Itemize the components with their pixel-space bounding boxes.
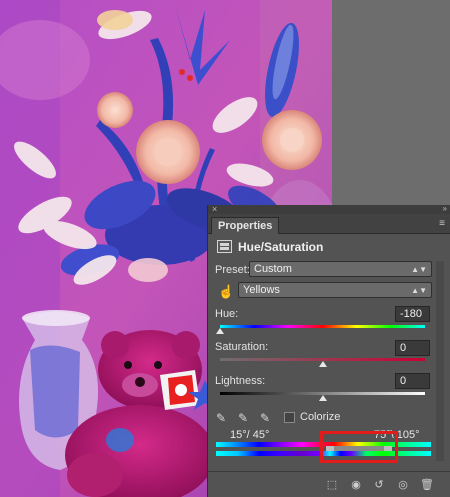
hue-input[interactable]: -180 — [395, 306, 430, 322]
colorize-checkbox[interactable] — [284, 412, 295, 423]
reset-icon[interactable]: ↺ — [371, 477, 387, 493]
hue-slider-thumb[interactable] — [216, 328, 224, 334]
adjustment-title: Hue/Saturation — [238, 240, 324, 254]
panel-menu-icon[interactable]: ≡ — [439, 219, 445, 229]
preset-value: Custom — [254, 263, 292, 275]
eyedropper-minus-icon[interactable]: ✎ — [260, 411, 273, 425]
channel-value: Yellows — [243, 284, 280, 296]
clip-to-layer-icon[interactable]: ⬚ — [324, 477, 340, 493]
trash-icon[interactable]: 🗑 — [419, 477, 435, 493]
eye-icon[interactable]: ◎ — [395, 477, 411, 493]
panel-scrollbar[interactable] — [436, 261, 444, 461]
panel-footer: ⬚ ◉ ↺ ◎ 🗑 — [208, 471, 450, 497]
panel-tab-row: Properties ≡ — [208, 214, 450, 234]
colorize-label: Colorize — [300, 411, 341, 423]
hue-slider-track[interactable] — [220, 325, 425, 328]
eyedropper-plus-icon[interactable]: ✎ — [238, 411, 251, 425]
preset-dropdown[interactable]: Custom ▲▼ — [249, 261, 432, 277]
highlight-box — [320, 431, 398, 463]
panel-title-bar[interactable]: × » — [208, 204, 450, 214]
eyedropper-icon[interactable]: ✎ — [216, 411, 229, 425]
lightness-slider-thumb[interactable] — [318, 395, 327, 401]
lightness-input[interactable]: 0 — [395, 373, 430, 389]
close-icon[interactable]: × — [212, 204, 217, 214]
properties-panel: × » Properties ≡ Hue/Saturation Preset: … — [207, 204, 450, 497]
saturation-slider-thumb[interactable] — [318, 361, 327, 367]
dropdown-arrow-icon: ▲▼ — [411, 265, 427, 274]
lightness-label: Lightness: — [215, 375, 266, 387]
channel-dropdown[interactable]: Yellows ▲▼ — [238, 282, 432, 298]
hand-target-icon[interactable]: ☝ — [218, 284, 234, 300]
dropdown-arrow-icon: ▲▼ — [411, 286, 427, 295]
range-left-readout: 15°/ 45° — [230, 429, 270, 441]
collapse-icon[interactable]: » — [443, 204, 447, 214]
workspace-background — [332, 0, 450, 205]
saturation-label: Saturation: — [215, 341, 269, 353]
adjustment-header: Hue/Saturation — [208, 235, 450, 259]
hue-saturation-icon — [217, 240, 232, 253]
hue-label: Hue: — [215, 308, 239, 320]
tab-properties[interactable]: Properties — [211, 217, 280, 234]
preset-label: Preset: — [215, 264, 250, 276]
view-previous-icon[interactable]: ◉ — [348, 477, 364, 493]
saturation-input[interactable]: 0 — [395, 340, 430, 356]
